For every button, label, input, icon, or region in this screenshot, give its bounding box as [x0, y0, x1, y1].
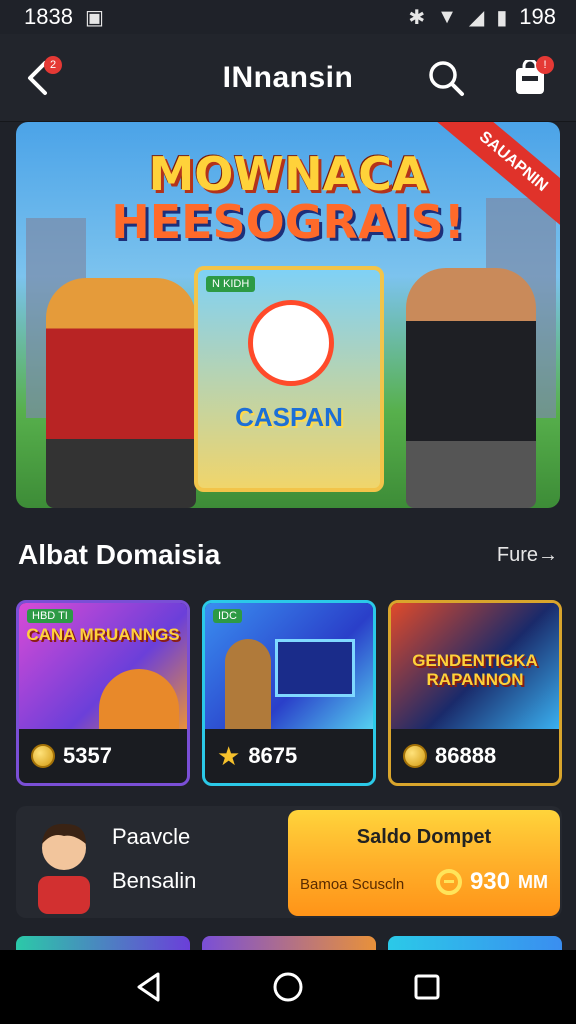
- game-card-peek[interactable]: [16, 936, 190, 950]
- profile-name: Paavcle: [112, 824, 191, 849]
- game-price: 5357: [19, 729, 187, 783]
- card-title: CASPAN: [235, 402, 343, 432]
- fox-character: [46, 278, 196, 508]
- wallet-card[interactable]: Saldo Dompet Bamoa Scuscln 930 MM: [288, 810, 560, 916]
- cat-character: [248, 300, 334, 386]
- coin-icon: [435, 869, 462, 895]
- battery-level: 198: [519, 4, 556, 29]
- signal-icon: ◢: [468, 6, 485, 29]
- banner-title: MOWNACA HEESOGRAIS!: [16, 150, 560, 246]
- circle-home-icon: [273, 972, 303, 1002]
- search-icon: [429, 61, 464, 96]
- status-time: 1838: [24, 4, 73, 29]
- back-button[interactable]: 2: [14, 54, 62, 102]
- coin-icon: [403, 744, 427, 768]
- game-card[interactable]: HBD TI CANA MRUANNGS 5357: [16, 600, 190, 786]
- promo-banner[interactable]: SAUAPNIN MOWNACA HEESOGRAIS! N KIDH CASP…: [16, 122, 560, 508]
- monitor-art: [275, 639, 355, 697]
- battery-icon: ▮: [496, 6, 508, 29]
- game-tag: IDC: [213, 609, 242, 623]
- notification-icon: ▣: [84, 6, 104, 29]
- see-more-link[interactable]: Fure→: [497, 544, 558, 567]
- game-price-value: 5357: [63, 743, 112, 768]
- cart-badge: !: [536, 56, 554, 74]
- game-art: IDC: [205, 603, 373, 729]
- banner-title-line2: HEESOGRAIS!: [111, 195, 465, 249]
- game-title: CANA MRUANNGS: [26, 625, 180, 644]
- game-price: ★ 8675: [205, 729, 373, 783]
- profile-wallet-panel: Paavcle Bensalin Saldo Dompet Bamoa Scus…: [16, 806, 562, 918]
- wallet-balance: 930 MM: [435, 868, 548, 896]
- see-more-label: Fure: [496, 543, 538, 566]
- arrow-right-icon: →: [538, 543, 558, 566]
- wallet-unit: MM: [518, 871, 548, 892]
- section-title: Albat Domaisia: [18, 539, 221, 570]
- nav-recents-button[interactable]: [403, 963, 451, 1011]
- wolf-character: [225, 639, 271, 729]
- cart-button[interactable]: !: [506, 54, 554, 102]
- back-badge: 2: [44, 56, 62, 74]
- card-tag: N KIDH: [206, 276, 256, 292]
- system-nav-bar: [0, 950, 576, 1024]
- status-bar: 1838 ▣ ✱ ▼ ◢ ▮ 198: [0, 0, 576, 34]
- nav-back-button[interactable]: [125, 963, 173, 1011]
- vibrate-icon: ✱: [408, 6, 426, 29]
- search-button[interactable]: [422, 54, 470, 102]
- game-tag: HBD TI: [27, 609, 73, 623]
- game-list: HBD TI CANA MRUANNGS 5357 IDC ★ 8675 GEN…: [16, 600, 562, 786]
- game-art: HBD TI CANA MRUANNGS: [19, 603, 187, 729]
- wallet-label: Bamoa Scuscln: [300, 876, 405, 893]
- app-header: 2 INnansin !: [0, 34, 576, 122]
- game-card-peek[interactable]: [202, 936, 376, 950]
- triangle-back-icon: [137, 972, 160, 1002]
- banner-title-line1: MOWNACA: [148, 147, 428, 201]
- boy-character: [406, 268, 536, 508]
- game-card-peek[interactable]: [388, 936, 562, 950]
- section-header: Albat Domaisia Fure→: [18, 530, 558, 580]
- nav-home-button[interactable]: [264, 963, 312, 1011]
- wallet-title: Saldo Dompet: [356, 826, 492, 848]
- wifi-icon: ▼: [437, 5, 457, 28]
- star-icon: ★: [217, 740, 241, 771]
- game-card[interactable]: GENDENTIGKA RAPANNON 86888: [388, 600, 562, 786]
- game-title: GENDENTIGKA RAPANNON: [412, 651, 538, 689]
- square-recents-icon: [414, 974, 440, 1000]
- featured-game-card: N KIDH CASPAN: [194, 266, 384, 492]
- avatar[interactable]: [24, 814, 104, 914]
- coin-icon: [31, 744, 55, 768]
- wallet-amount-value: 930: [469, 868, 510, 895]
- game-card[interactable]: IDC ★ 8675: [202, 600, 376, 786]
- tiger-character: [99, 669, 179, 729]
- profile-subtitle: Bensalin: [112, 868, 197, 893]
- page-title: INnansin: [222, 60, 354, 94]
- game-price-value: 8675: [248, 743, 298, 768]
- game-price: 86888: [391, 729, 559, 783]
- game-price-value: 86888: [435, 743, 497, 768]
- game-art: GENDENTIGKA RAPANNON: [391, 603, 559, 729]
